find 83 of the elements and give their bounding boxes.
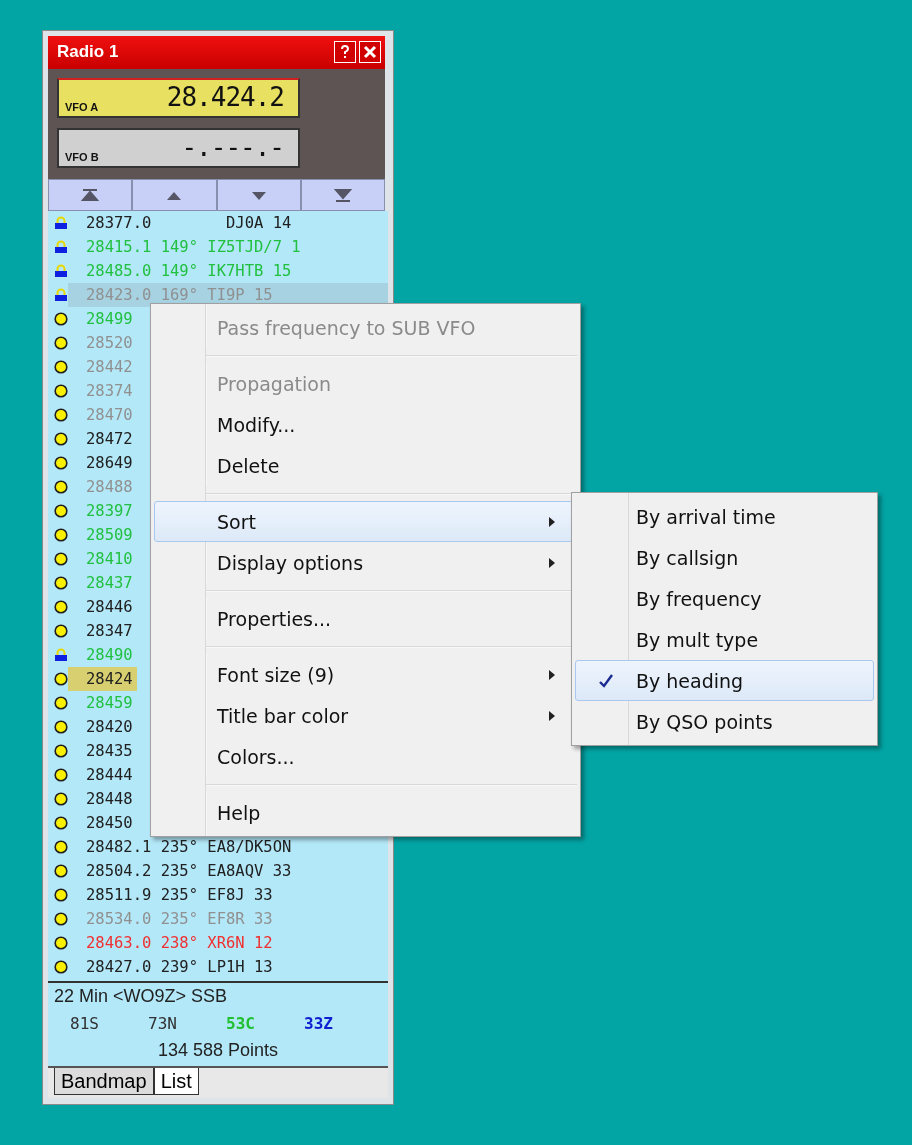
dot-icon [54, 695, 68, 710]
status-text: 22 Min <WO9Z> SSB [53, 985, 228, 1009]
scroll-down-button[interactable] [216, 178, 301, 211]
lock-icon [54, 647, 68, 662]
dot-icon [54, 311, 68, 326]
dot-icon [54, 383, 68, 398]
vfo-frequency: 28.424.2 [166, 80, 284, 114]
spot-entry[interactable]: 28482.1 235° EA8/DK5ON [86, 837, 292, 856]
spot-entry[interactable]: 28448 [86, 789, 133, 808]
menu-item[interactable]: By arrival time [575, 496, 874, 537]
spot-entry[interactable]: 28450 [86, 813, 133, 832]
submenu-arrow-icon [548, 558, 556, 568]
submenu-arrow-icon [548, 670, 556, 680]
dot-icon [54, 671, 68, 686]
vfo-label: VFO A [65, 99, 99, 114]
scroll-up-button[interactable] [132, 178, 217, 211]
spot-entry[interactable]: 28420 [86, 717, 133, 736]
menu-item[interactable]: By frequency [575, 578, 874, 619]
tab[interactable]: List [153, 1068, 199, 1096]
points-total: 134 588 Points [157, 1039, 279, 1063]
dot-icon [54, 575, 68, 590]
spot-entry[interactable]: 28446 [86, 597, 133, 616]
dot-icon [54, 479, 68, 494]
lock-icon [54, 263, 68, 278]
dot-icon [54, 863, 68, 878]
dot-icon [54, 719, 68, 734]
dot-icon [54, 743, 68, 758]
dot-icon [54, 815, 68, 830]
lock-icon [54, 215, 68, 230]
menu-item[interactable]: Help [154, 792, 577, 833]
dot-icon [54, 599, 68, 614]
dot-icon [54, 791, 68, 806]
vfo-frequency: -.---.- [181, 130, 284, 164]
menu-item[interactable]: Delete [154, 445, 577, 486]
spot-entry[interactable]: 28444 [86, 765, 133, 784]
dot-icon [54, 767, 68, 782]
submenu-arrow-icon [548, 711, 556, 721]
double-up-arrow-icon [81, 187, 100, 202]
double-down-arrow-icon [333, 187, 352, 202]
spot-entry[interactable]: 28347 [86, 621, 133, 640]
vfo-label: VFO B [65, 149, 99, 164]
scroll-first-button[interactable] [48, 178, 133, 211]
tab[interactable]: Bandmap [54, 1068, 154, 1096]
dot-icon [54, 335, 68, 350]
mult-count: 53C [226, 1013, 256, 1036]
dot-icon [54, 959, 68, 974]
spot-entry[interactable]: 28504.2 235° EA8AQV 33 [86, 861, 292, 880]
dot-icon [54, 623, 68, 638]
lock-icon [54, 287, 68, 302]
dot-icon [54, 551, 68, 566]
menu-item[interactable]: Colors... [154, 736, 577, 777]
dot-icon [54, 359, 68, 374]
submenu-arrow-icon [548, 517, 556, 527]
mult-count: 81S [70, 1013, 100, 1036]
spot-entry[interactable]: 28472 [86, 429, 133, 448]
help-button[interactable] [334, 41, 356, 64]
dot-icon [54, 935, 68, 950]
spot-entry[interactable]: 28511.9 235° EF8J 33 [86, 885, 273, 904]
mult-count: 73N [148, 1013, 178, 1036]
menu-item[interactable]: By QSO points [575, 701, 874, 742]
menu-item[interactable]: Modify... [154, 404, 577, 445]
dot-icon [54, 887, 68, 902]
dot-icon [54, 455, 68, 470]
lock-icon [54, 239, 68, 254]
dot-icon [54, 503, 68, 518]
close-button[interactable] [359, 41, 381, 64]
check-icon [598, 672, 614, 689]
menu-item[interactable]: By mult type [575, 619, 874, 660]
scroll-last-button[interactable] [300, 178, 385, 211]
menu-item[interactable]: By callsign [575, 537, 874, 578]
spot-entry[interactable]: 28649 [86, 453, 133, 472]
dot-icon [54, 911, 68, 926]
mult-count: 33Z [304, 1013, 334, 1036]
spot-entry[interactable]: 28424 [86, 669, 133, 688]
dot-icon [54, 407, 68, 422]
spot-entry[interactable]: 28427.0 239° LP1H 13 [86, 957, 273, 976]
dot-icon [54, 527, 68, 542]
menu-item[interactable]: By heading [575, 660, 874, 701]
spot-entry[interactable]: 28435 [86, 741, 133, 760]
dot-icon [54, 431, 68, 446]
window-title: Radio 1 [57, 42, 119, 63]
dot-icon [54, 839, 68, 854]
spot-entry[interactable]: 28377.0 DJ0A 14 [86, 213, 292, 232]
